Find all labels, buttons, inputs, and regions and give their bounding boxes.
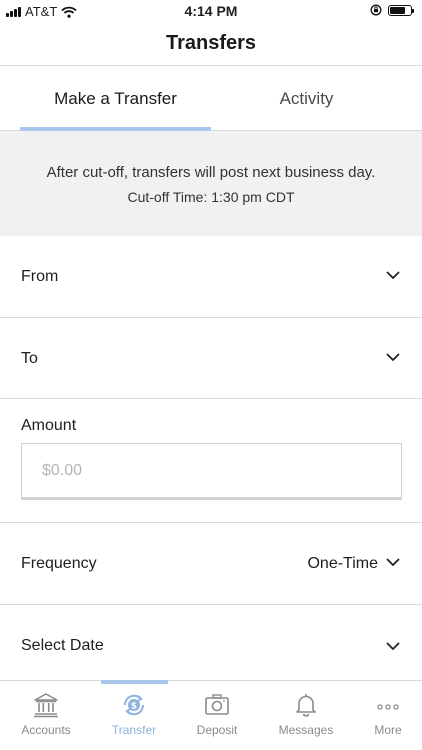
nav-more[interactable]: More (346, 681, 422, 750)
tab-make-a-transfer[interactable]: Make a Transfer (20, 66, 211, 131)
bank-icon (34, 693, 58, 718)
frequency-select[interactable]: Frequency One-Time (0, 523, 422, 605)
chevron-down-icon (386, 353, 400, 361)
amount-input[interactable] (21, 443, 402, 500)
battery-icon (388, 4, 414, 16)
cutoff-notice-text: After cut-off, transfers will post next … (46, 164, 376, 181)
bottom-tab-bar: Accounts $ Transfer Deposit Messages Mor… (0, 680, 422, 750)
status-time: 4:14 PM (184, 3, 238, 19)
cutoff-notice-banner: After cut-off, transfers will post next … (0, 131, 422, 236)
more-dots-icon (377, 704, 399, 710)
chevron-down-icon (386, 642, 400, 650)
nav-transfer-label: Transfer (111, 723, 157, 737)
frequency-label: Frequency (21, 555, 97, 572)
chevron-down-icon (386, 271, 400, 279)
bell-icon (296, 694, 316, 717)
orientation-lock-icon (370, 4, 382, 16)
nav-accounts[interactable]: Accounts (4, 681, 88, 750)
status-bar: AT&T 4:14 PM (0, 0, 422, 22)
status-right (370, 4, 414, 16)
from-label: From (21, 268, 59, 285)
page-title: Transfers (165, 32, 257, 54)
nav-messages[interactable]: Messages (264, 681, 348, 750)
chevron-down-icon (386, 558, 400, 566)
camera-icon (205, 694, 229, 715)
nav-more-label: More (374, 723, 402, 737)
to-label: To (21, 350, 38, 367)
segmented-tabs: Make a Transfer Activity (0, 66, 422, 131)
tab-activity[interactable]: Activity (211, 66, 402, 131)
select-date-label: Select Date (21, 637, 104, 654)
nav-deposit-label: Deposit (196, 723, 238, 737)
cutoff-time-text: Cut-off Time: 1:30 pm CDT (127, 189, 295, 205)
from-account-select[interactable]: From (0, 236, 422, 318)
svg-text:$: $ (131, 702, 137, 712)
amount-label: Amount (21, 417, 77, 434)
to-account-select[interactable]: To (0, 318, 422, 399)
frequency-value: One-Time (307, 555, 378, 572)
nav-messages-label: Messages (278, 723, 334, 737)
nav-accounts-label: Accounts (21, 723, 71, 737)
nav-header: Transfers (0, 22, 422, 66)
nav-transfer[interactable]: $ Transfer (92, 681, 176, 750)
nav-deposit[interactable]: Deposit (175, 681, 259, 750)
transfer-dollar-icon: $ (123, 694, 145, 716)
date-select[interactable]: Select Date (0, 605, 422, 680)
